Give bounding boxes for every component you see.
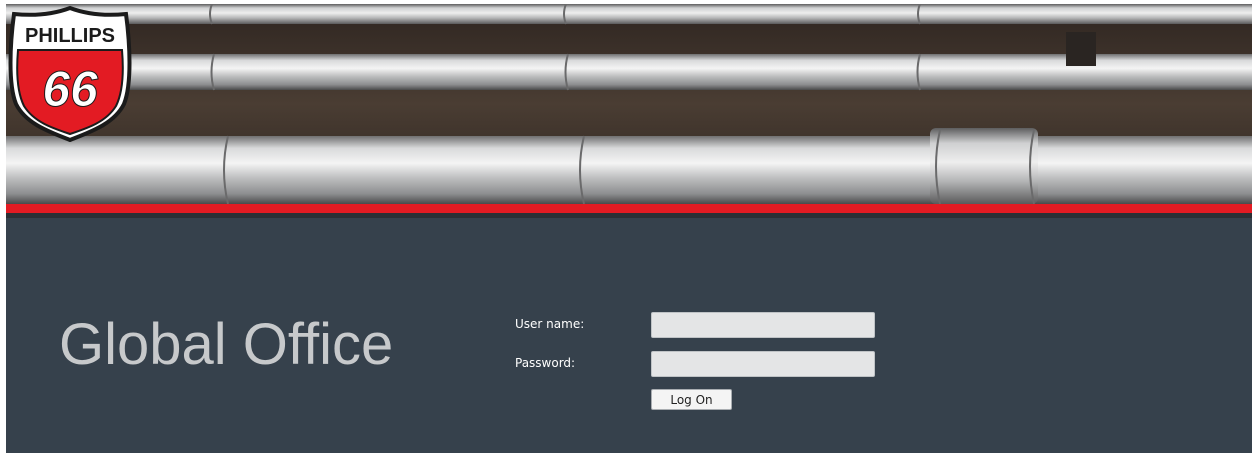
logo-top-text: PHILLIPS (25, 25, 115, 47)
username-input[interactable] (651, 312, 875, 338)
header-banner: PHILLIPS 66 (6, 4, 1252, 204)
logo-number: 66 (42, 61, 99, 117)
log-on-button[interactable]: Log On (651, 389, 732, 410)
password-label: Password: (515, 356, 576, 370)
phillips-66-logo: PHILLIPS 66 (8, 5, 132, 142)
login-panel: Global Office User name: Password: Log O… (6, 218, 1252, 453)
password-input[interactable] (651, 351, 875, 377)
login-page: PHILLIPS 66 Global Office User name: Pas… (6, 4, 1252, 453)
red-divider (6, 204, 1252, 213)
pipes-image (6, 4, 1252, 204)
app-title: Global Office (59, 312, 394, 377)
username-label: User name: (515, 317, 585, 331)
